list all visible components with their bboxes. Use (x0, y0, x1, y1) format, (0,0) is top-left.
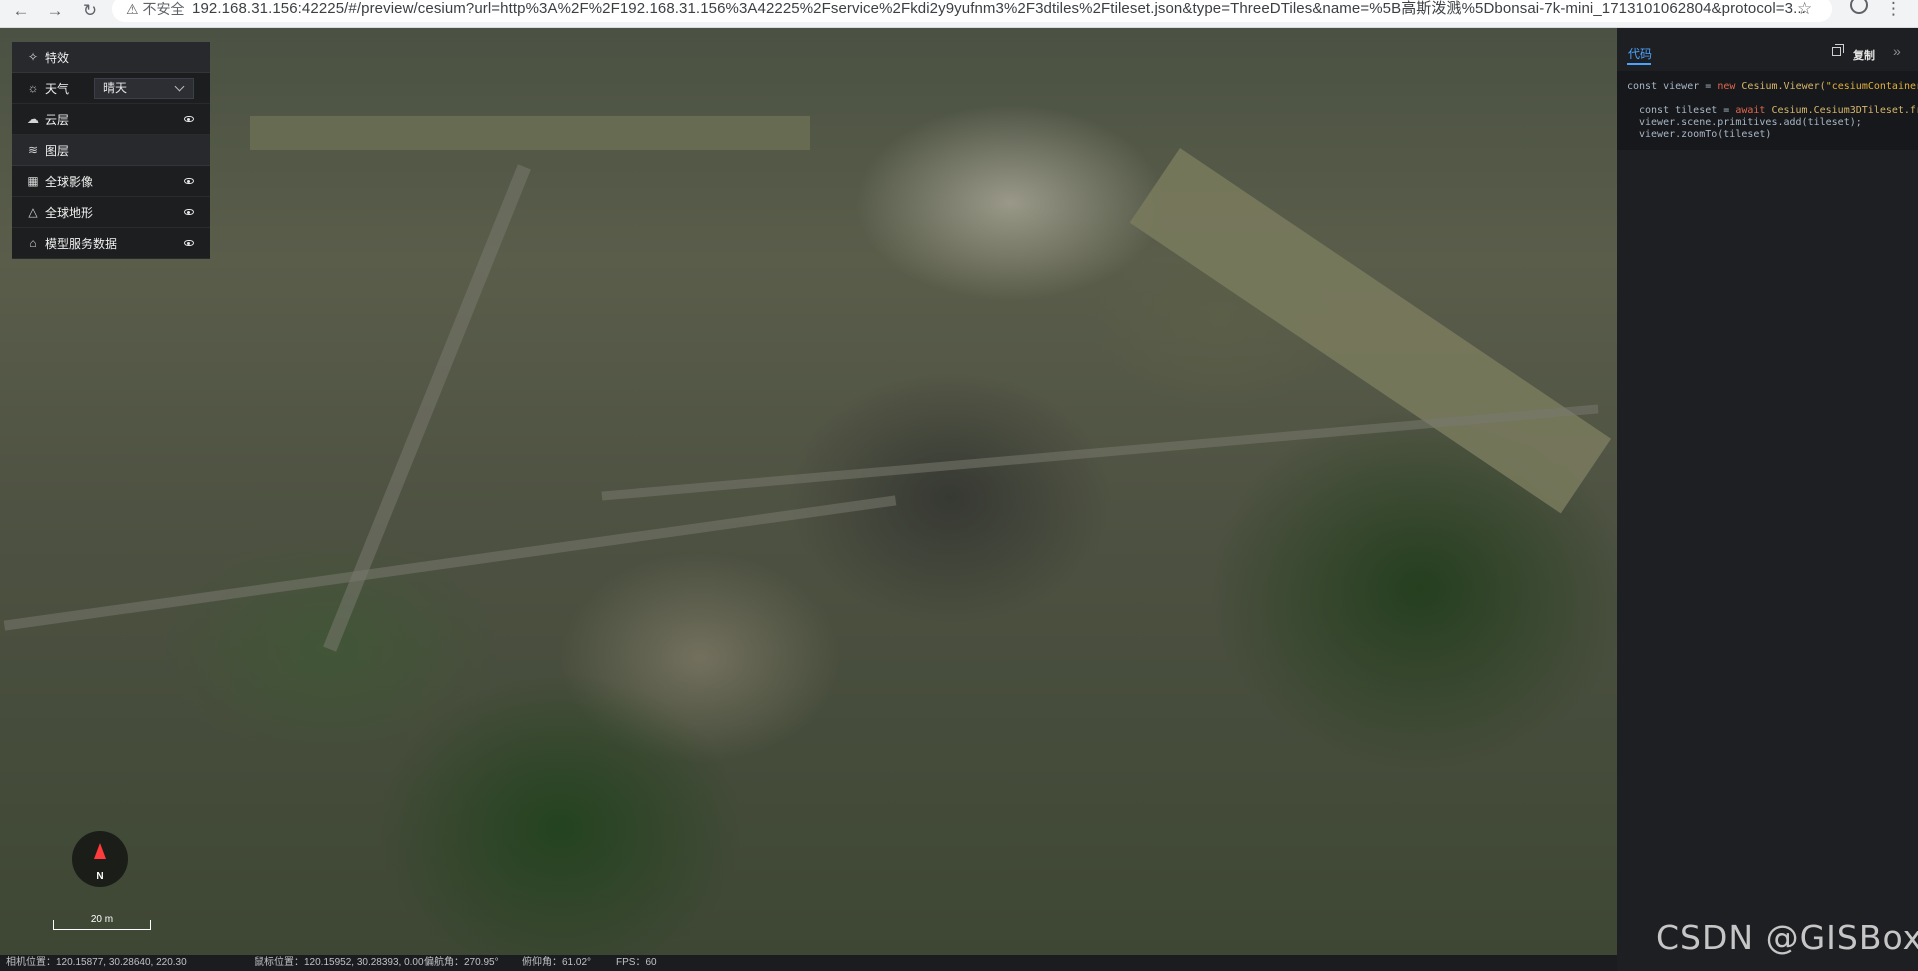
effects-icon: ✧ (27, 50, 39, 64)
profile-icon[interactable] (1850, 0, 1868, 14)
visibility-eye-icon[interactable] (184, 116, 194, 122)
model-icon: ⌂ (29, 236, 37, 250)
watermark: CSDN @GISBox (1656, 918, 1918, 957)
back-icon[interactable]: ← (8, 0, 34, 22)
browser-menu-icon[interactable]: ⋮ (1885, 0, 1902, 20)
visibility-eye-icon[interactable] (184, 240, 194, 246)
road (3, 495, 897, 631)
url-text: 192.168.31.156:42225/#/preview/cesium?ur… (192, 0, 1806, 17)
code-token: Cesium.Viewer( (1741, 81, 1826, 92)
global-imagery-row[interactable]: ▦ 全球影像 (12, 166, 210, 197)
layers-icon: ≋ (27, 143, 39, 157)
global-terrain-row[interactable]: △ 全球地形 (12, 197, 210, 228)
heading-readout: 偏航角：270.95° (424, 957, 499, 968)
bookmark-star-icon[interactable]: ☆ (1797, 0, 1812, 20)
pitch-readout: 俯仰角：61.02° (522, 957, 592, 968)
effects-label: 特效 (45, 50, 70, 65)
code-line: const tileset = await Cesium.Cesium3DTil… (1639, 105, 1918, 116)
clouds-row[interactable]: ☁ 云层 (12, 104, 210, 135)
camera-position: 相机位置：120.15877, 30.28640, 220.30 (6, 957, 187, 968)
code-line: viewer.scene.primitives.add(tileset); (1639, 117, 1862, 128)
code-line: viewer.zoomTo(tileset) (1639, 129, 1772, 140)
browser-toolbar: ← → ↻ ⚠ 不安全 192.168.31.156:42225/#/previ… (0, 0, 1918, 28)
weather-select-value: 晴天 (103, 81, 128, 95)
security-warning[interactable]: ⚠ 不安全 (126, 0, 184, 22)
visibility-eye-icon[interactable] (184, 209, 194, 215)
compass-needle-icon (94, 843, 106, 859)
layers-label: 图层 (45, 143, 70, 158)
effects-header[interactable]: ✧ 特效 (12, 42, 210, 73)
clouds-label: 云层 (45, 112, 70, 127)
tab-code[interactable]: 代码 (1628, 45, 1652, 62)
code-token: const viewer = (1627, 81, 1718, 92)
code-token: Cesium.Cesium3DTileset.fromUrl( (1771, 105, 1918, 116)
security-label: 不安全 (142, 1, 185, 17)
scale-bar: 20 m (53, 914, 151, 930)
compass[interactable]: N (72, 831, 128, 887)
code-block[interactable]: const viewer = new Cesium.Viewer("cesium… (1617, 71, 1918, 150)
code-line: const viewer = new Cesium.Viewer("cesium… (1627, 81, 1918, 92)
scale-label: 20 m (90, 914, 114, 925)
terrain-icon: △ (28, 205, 38, 219)
code-token: "cesiumContainer" (1825, 81, 1918, 92)
cloud-icon: ☁ (27, 112, 39, 126)
visibility-eye-icon[interactable] (184, 178, 194, 184)
status-bar: 相机位置：120.15877, 30.28640, 220.30 鼠标位置：12… (0, 955, 1617, 971)
layers-header[interactable]: ≋ 图层 (12, 135, 210, 166)
reload-icon[interactable]: ↻ (77, 0, 103, 22)
address-bar[interactable]: ⚠ 不安全 192.168.31.156:42225/#/preview/ces… (112, 0, 1832, 22)
fps-readout: FPS：60 (616, 957, 657, 968)
compass-north-label: N (96, 871, 104, 882)
cesium-map-viewport[interactable]: N 20 m (0, 28, 1617, 955)
tab-underline (1627, 63, 1651, 65)
weather-row: ☼ 天气 晴天 (12, 73, 210, 104)
river (1129, 148, 1612, 514)
collapse-icon[interactable]: » (1893, 43, 1901, 59)
code-token: const tileset = (1639, 105, 1736, 116)
chevron-down-icon (174, 81, 185, 92)
model-service-label: 模型服务数据 (45, 236, 118, 251)
copy-button[interactable]: 复制 (1853, 47, 1875, 63)
mouse-position: 鼠标位置：120.15952, 30.28393, 0.00 (254, 957, 424, 968)
model-service-row[interactable]: ⌂ 模型服务数据 (12, 228, 210, 259)
code-panel: 代码 复制 » const viewer = new Cesium.Viewer… (1617, 28, 1918, 971)
code-token: new (1717, 81, 1742, 92)
sun-icon: ☼ (27, 81, 39, 95)
copy-icon[interactable] (1832, 44, 1844, 56)
code-token: await (1735, 105, 1772, 116)
weather-label: 天气 (45, 81, 70, 96)
global-terrain-label: 全球地形 (45, 205, 94, 220)
imagery-icon: ▦ (27, 174, 39, 188)
river (250, 116, 810, 150)
road (601, 404, 1599, 501)
forward-icon[interactable]: → (42, 0, 68, 22)
global-imagery-label: 全球影像 (45, 174, 94, 189)
control-panel: ✧ 特效 ☼ 天气 晴天 ☁ 云层 ≋ 图层 ▦ 全球影像 △ 全球地形 ⌂ 模… (12, 42, 210, 259)
weather-select[interactable]: 晴天 (94, 78, 194, 99)
